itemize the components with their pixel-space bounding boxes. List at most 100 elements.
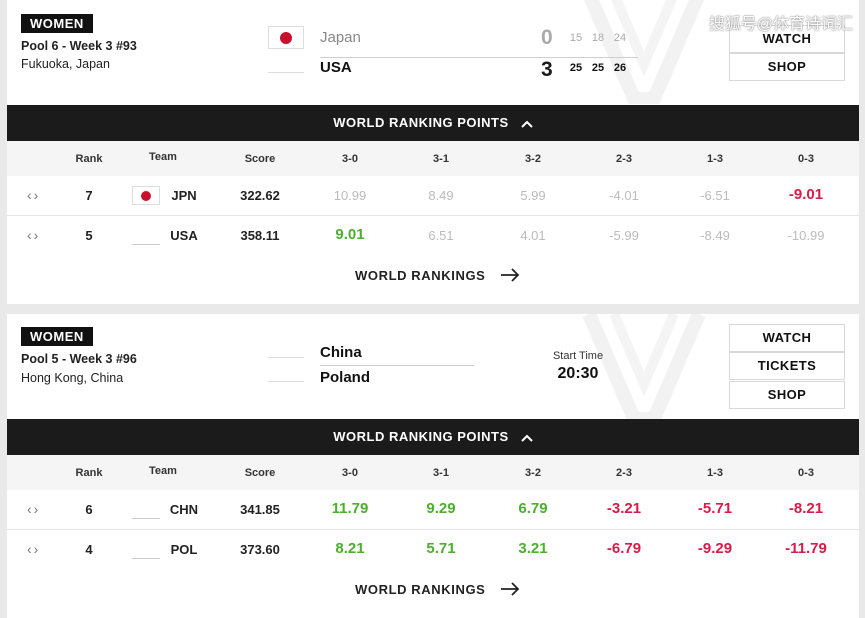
team-code-cell: JPN (171, 188, 197, 203)
arrow-right-icon[interactable] (500, 268, 520, 282)
set-score: 15 (569, 32, 583, 44)
score-cell: 373.60 (240, 542, 280, 557)
header-3-1: 3-1 (433, 467, 449, 479)
usa-flag-placeholder (268, 72, 304, 73)
swap-arrows-icon[interactable]: ‹› (27, 501, 40, 517)
header-rank: Rank (75, 153, 103, 165)
usa-flag-placeholder (132, 244, 160, 245)
category-badge: WOMEN (21, 14, 93, 33)
points-cell: 8.49 (428, 188, 454, 203)
header-3-0: 3-0 (342, 153, 358, 165)
points-cell: -8.21 (788, 500, 824, 517)
world-ranking-points-toggle[interactable]: WORLD RANKING POINTS (7, 105, 859, 141)
rank-cell: 5 (85, 228, 93, 243)
points-cell: 9.29 (426, 500, 456, 517)
header-0-3: 0-3 (798, 153, 814, 165)
points-cell: 5.71 (426, 540, 456, 557)
tickets-button[interactable]: TICKETS (729, 352, 845, 380)
poland-flag-placeholder (268, 381, 304, 382)
watermark-text: 搜狐号@体育诗词汇 (708, 16, 853, 33)
match-card-2: WOMEN Pool 5 - Week 3 #96 Hong Kong, Chi… (7, 314, 859, 618)
poland-flag-placeholder (132, 558, 160, 559)
vnl-watermark-icon (583, 0, 705, 104)
score-cell: 322.62 (240, 188, 280, 203)
header-score: Score (244, 467, 276, 479)
world-ranking-points-toggle[interactable]: WORLD RANKING POINTS (7, 419, 859, 455)
score-away: 3 (541, 58, 553, 81)
table-header: Rank Team Score 3-0 3-1 3-2 2-3 1-3 0-3 (7, 141, 859, 176)
ranking-bar-label: WORLD RANKING POINTS (333, 115, 509, 130)
points-cell: -11.79 (785, 540, 827, 557)
team-name-away: Poland (320, 369, 371, 386)
table-row: ‹› 4 POL 373.60 8.21 5.71 3.21 -6.79 -9.… (7, 530, 859, 570)
points-cell: 5.99 (520, 188, 546, 203)
points-cell: -5.71 (697, 500, 733, 517)
china-flag-placeholder (132, 518, 160, 519)
match-card-1: WOMEN Pool 6 - Week 3 #93 Fukuoka, Japan… (7, 0, 859, 304)
team-code-cell: POL (170, 542, 198, 557)
points-cell: 10.99 (333, 188, 367, 203)
header-1-3: 1-3 (707, 153, 723, 165)
table-header: Rank Team Score 3-0 3-1 3-2 2-3 1-3 0-3 (7, 455, 859, 490)
points-cell: -4.01 (609, 188, 639, 203)
points-cell: 9.01 (335, 226, 365, 243)
ranking-bar-label: WORLD RANKING POINTS (333, 429, 509, 444)
header-3-1: 3-1 (433, 153, 449, 165)
team-code-cell: CHN (169, 502, 199, 517)
header-3-2: 3-2 (525, 467, 541, 479)
arrow-right-icon[interactable] (500, 582, 520, 596)
points-cell: -9.29 (697, 540, 733, 557)
set-score: 24 (613, 32, 627, 44)
header-0-3: 0-3 (798, 467, 814, 479)
set-score: 25 (591, 62, 605, 74)
category-badge: WOMEN (21, 327, 93, 346)
table-row: ‹› 7 JPN 322.62 10.99 8.49 5.99 -4.01 -6… (7, 176, 859, 216)
pool-label: Pool 6 - Week 3 #93 (21, 39, 137, 53)
team-name-home: Japan (320, 29, 361, 46)
team-name-away: USA (320, 59, 352, 76)
points-cell: 6.51 (428, 228, 454, 243)
set-score: 18 (591, 32, 605, 44)
score-cell: 341.85 (240, 502, 280, 517)
swap-arrows-icon[interactable]: ‹› (27, 227, 40, 243)
start-time-value: 20:30 (557, 365, 599, 382)
rank-cell: 7 (85, 188, 93, 203)
points-cell: 8.21 (335, 540, 365, 557)
set-score: 26 (613, 62, 627, 74)
team-name-home: China (320, 344, 362, 361)
shop-button[interactable]: SHOP (729, 381, 845, 409)
swap-arrows-icon[interactable]: ‹› (27, 541, 40, 557)
team-divider (320, 57, 638, 58)
japan-flag-icon (268, 26, 304, 49)
team-divider (320, 365, 474, 366)
points-cell: -10.99 (787, 228, 825, 243)
header-2-3: 2-3 (616, 467, 632, 479)
world-rankings-link[interactable]: WORLD RANKINGS (355, 268, 485, 283)
rank-cell: 4 (85, 542, 93, 557)
points-cell: 3.21 (518, 540, 548, 557)
shop-button[interactable]: SHOP (729, 53, 845, 81)
watch-button[interactable]: WATCH (729, 324, 845, 352)
header-team: Team (149, 151, 177, 163)
header-rank: Rank (75, 467, 103, 479)
header-3-2: 3-2 (525, 153, 541, 165)
header-team: Team (149, 465, 177, 477)
chevron-up-icon (521, 120, 533, 128)
swap-arrows-icon[interactable]: ‹› (27, 187, 40, 203)
table-row: ‹› 5 USA 358.11 9.01 6.51 4.01 -5.99 -8.… (7, 216, 859, 256)
chevron-up-icon (521, 434, 533, 442)
table-row: ‹› 6 CHN 341.85 11.79 9.29 6.79 -3.21 -5… (7, 490, 859, 530)
world-rankings-link[interactable]: WORLD RANKINGS (355, 582, 485, 597)
points-cell: -6.51 (700, 188, 730, 203)
header-2-3: 2-3 (616, 153, 632, 165)
china-flag-placeholder (268, 357, 304, 358)
location-label: Hong Kong, China (21, 371, 124, 385)
set-score: 25 (569, 62, 583, 74)
points-cell: -3.21 (606, 500, 642, 517)
header-score: Score (244, 153, 276, 165)
pool-label: Pool 5 - Week 3 #96 (21, 352, 137, 366)
rank-cell: 6 (85, 502, 93, 517)
location-label: Fukuoka, Japan (21, 57, 110, 71)
points-cell: -6.79 (606, 540, 642, 557)
score-home: 0 (541, 26, 553, 49)
